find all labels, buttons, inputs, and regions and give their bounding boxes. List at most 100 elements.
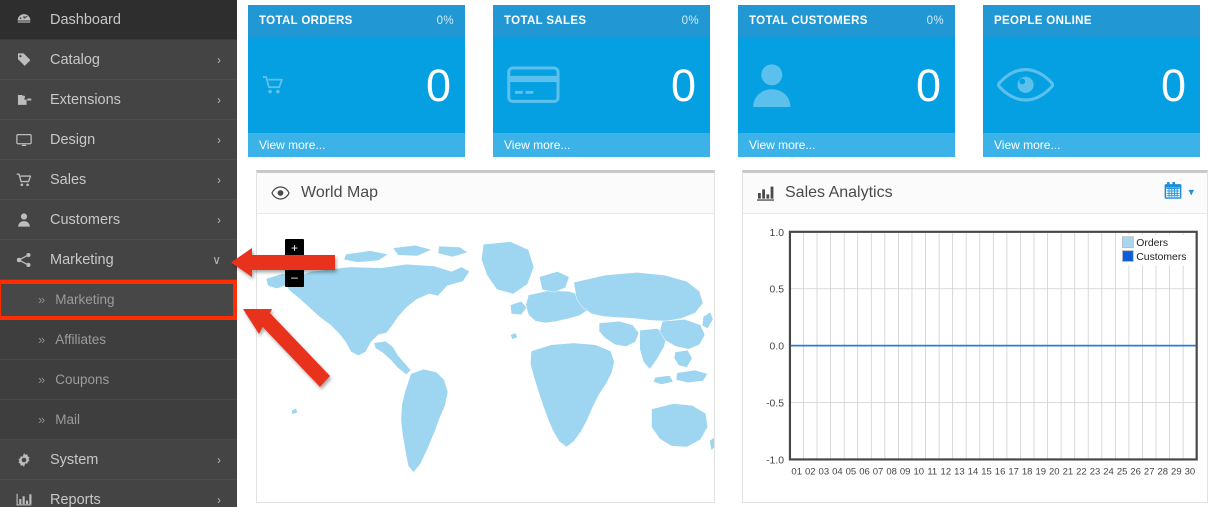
world-map-canvas[interactable]: + – (257, 214, 714, 501)
svg-text:06: 06 (859, 466, 870, 477)
sidebar: DashboardCatalog›Extensions›Design›Sales… (0, 0, 237, 507)
stat-card-header: TOTAL CUSTOMERS 0% (738, 5, 955, 37)
svg-text:26: 26 (1130, 466, 1141, 477)
sales-analytics-chart: 1.00.50.0-0.5-1.001020304050607080910111… (743, 214, 1207, 501)
sidebar-nav-primary: DashboardCatalog›Extensions›Design›Sales… (0, 0, 237, 280)
sidebar-item-label: Catalog (50, 52, 100, 68)
svg-text:12: 12 (941, 466, 952, 477)
sidebar-item-dashboard[interactable]: Dashboard (0, 0, 237, 40)
user-icon (16, 212, 42, 228)
stat-card-view-more-link[interactable]: View more... (248, 133, 465, 157)
sidebar-nav-secondary: System›Reports› (0, 440, 237, 507)
svg-text:-0.5: -0.5 (766, 398, 784, 409)
svg-text:15: 15 (981, 466, 992, 477)
sidebar-subitem-mail[interactable]: »Mail (0, 400, 237, 440)
map-zoom-in-button[interactable]: + (285, 239, 304, 258)
stat-card-value: 0 (1161, 63, 1186, 108)
sidebar-item-system[interactable]: System› (0, 440, 237, 480)
sidebar-item-label: Customers (50, 212, 120, 228)
sidebar-subitem-coupons[interactable]: »Coupons (0, 360, 237, 400)
svg-text:29: 29 (1171, 466, 1182, 477)
stat-card-title: TOTAL CUSTOMERS (749, 15, 868, 27)
stat-card-view-more-link[interactable]: View more... (738, 133, 955, 157)
stat-card-view-more-link[interactable]: View more... (983, 133, 1200, 157)
bar-chart-icon (757, 186, 774, 201)
map-zoom-out-button[interactable]: – (285, 268, 304, 287)
svg-text:13: 13 (954, 466, 965, 477)
sidebar-subitem-label: Affiliates (55, 332, 106, 347)
sidebar-item-label: Sales (50, 172, 86, 188)
sidebar-item-sales[interactable]: Sales › (0, 160, 237, 200)
svg-text:Customers: Customers (1136, 252, 1186, 263)
svg-text:03: 03 (819, 466, 830, 477)
stat-card-value: 0 (671, 63, 696, 108)
sidebar-subitem-label: Marketing (55, 292, 114, 307)
sidebar-subitem-label: Coupons (55, 372, 109, 387)
stat-card-people-online: PEOPLE ONLINE 0 View more... (983, 5, 1200, 157)
credit-card-icon (507, 66, 560, 103)
stat-card-value: 0 (916, 63, 941, 108)
cart-icon (262, 74, 284, 96)
svg-text:04: 04 (832, 466, 843, 477)
sidebar-item-label: Design (50, 132, 95, 148)
stat-card-value: 0 (426, 63, 451, 108)
sidebar-subitem-affiliates[interactable]: » Affiliates (0, 320, 237, 360)
svg-text:14: 14 (968, 466, 979, 477)
eye-icon (271, 186, 290, 200)
stat-card-percent: 0% (682, 15, 699, 27)
sales-analytics-plot: 1.00.50.0-0.5-1.001020304050607080910111… (743, 214, 1207, 501)
stat-card-view-more-link[interactable]: View more... (493, 133, 710, 157)
svg-text:24: 24 (1103, 466, 1114, 477)
stat-card-percent: 0% (437, 15, 454, 27)
stat-card-percent: 0% (927, 15, 944, 27)
gear-icon (16, 452, 42, 468)
svg-text:09: 09 (900, 466, 911, 477)
stat-card-title: PEOPLE ONLINE (994, 15, 1092, 27)
chevron-right-icon: › (217, 54, 221, 66)
svg-text:05: 05 (846, 466, 857, 477)
dashboard-icon (16, 12, 42, 28)
stat-card-header: TOTAL ORDERS 0% (248, 5, 465, 37)
sidebar-item-customers[interactable]: Customers› (0, 200, 237, 240)
sidebar-item-extensions[interactable]: Extensions› (0, 80, 237, 120)
date-range-selector[interactable]: ▾ (1164, 182, 1194, 205)
calendar-icon (1164, 182, 1182, 205)
world-map-panel: World Map + – (256, 170, 715, 503)
world-map-title: World Map (301, 184, 378, 202)
stat-card-title: TOTAL ORDERS (259, 15, 353, 27)
stat-card-footer-label: View more... (504, 138, 570, 152)
sales-analytics-body: 1.00.50.0-0.5-1.001020304050607080910111… (743, 214, 1207, 501)
svg-text:27: 27 (1144, 466, 1155, 477)
svg-text:08: 08 (886, 466, 897, 477)
sidebar-item-design[interactable]: Design› (0, 120, 237, 160)
svg-text:11: 11 (927, 466, 937, 477)
svg-text:10: 10 (913, 466, 924, 477)
sidebar-item-label: System (50, 452, 98, 468)
stat-card-body: 0 (738, 37, 955, 133)
svg-text:20: 20 (1049, 466, 1060, 477)
stat-card-header: PEOPLE ONLINE (983, 5, 1200, 37)
sidebar-item-marketing[interactable]: Marketing∨ (0, 240, 237, 280)
sidebar-item-label: Dashboard (50, 12, 121, 28)
main-content: TOTAL ORDERS 0% 0 View more... TOTAL SAL… (237, 0, 1209, 507)
svg-text:16: 16 (995, 466, 1006, 477)
person-icon (752, 63, 792, 107)
stat-card-footer-label: View more... (994, 138, 1060, 152)
double-chevron-right-icon: » (38, 333, 45, 346)
svg-text:30: 30 (1185, 466, 1196, 477)
sidebar-subitem-marketing[interactable]: » Marketing (0, 280, 237, 320)
double-chevron-right-icon: » (38, 293, 45, 306)
monitor-icon (16, 132, 42, 148)
cart-icon (16, 172, 42, 188)
share-icon (16, 252, 42, 268)
chevron-right-icon: › (217, 174, 221, 186)
sidebar-item-label: Extensions (50, 92, 121, 108)
svg-text:02: 02 (805, 466, 816, 477)
sidebar-item-reports[interactable]: Reports› (0, 480, 237, 507)
map-zoom-controls: + – (285, 239, 304, 297)
sidebar-item-catalog[interactable]: Catalog › (0, 40, 237, 80)
sales-analytics-title: Sales Analytics (785, 184, 893, 202)
svg-text:18: 18 (1022, 466, 1033, 477)
svg-text:0.5: 0.5 (770, 285, 785, 296)
puzzle-icon (16, 92, 42, 108)
